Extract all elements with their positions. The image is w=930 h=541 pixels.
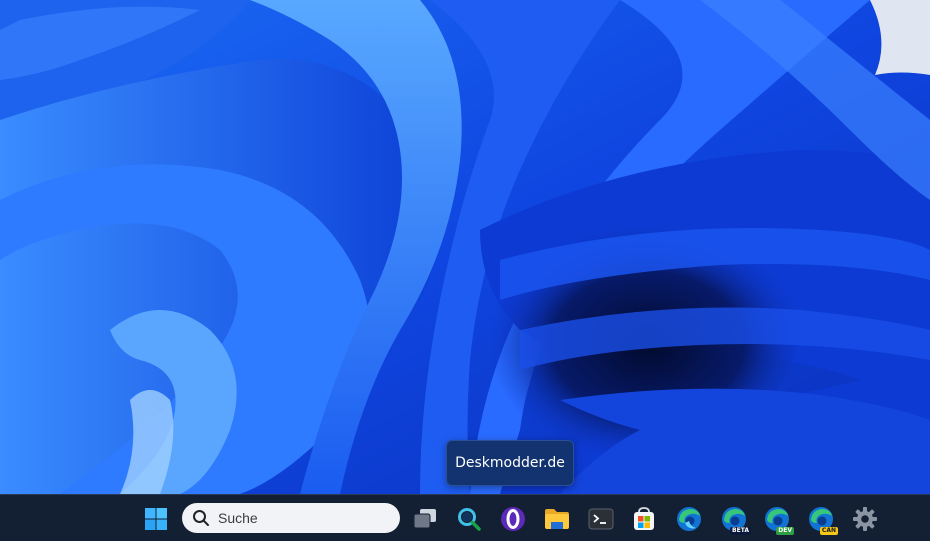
search-magnifier-icon bbox=[458, 508, 481, 531]
canary-badge: CAN bbox=[819, 527, 838, 535]
store-icon bbox=[634, 507, 654, 530]
desktop-wallpaper bbox=[0, 0, 930, 494]
task-view-icon bbox=[413, 509, 436, 529]
terminal-icon bbox=[588, 508, 614, 530]
start-button[interactable] bbox=[138, 501, 174, 537]
edge-beta-button[interactable]: BETA bbox=[716, 501, 752, 537]
settings-button[interactable] bbox=[847, 501, 883, 537]
taskbar-tooltip: Deskmodder.de bbox=[446, 440, 574, 486]
opera-icon bbox=[501, 507, 525, 531]
edge-dev-button[interactable]: DEV bbox=[759, 501, 795, 537]
search-app-button[interactable] bbox=[451, 501, 487, 537]
edge-icon bbox=[677, 507, 701, 531]
edge-canary-button[interactable]: CAN bbox=[803, 501, 839, 537]
search-placeholder: Suche bbox=[218, 510, 258, 526]
bloom-wallpaper bbox=[0, 0, 930, 494]
search-icon bbox=[193, 510, 209, 526]
store-button[interactable] bbox=[626, 501, 662, 537]
windows-logo-icon bbox=[145, 508, 167, 530]
gear-icon bbox=[853, 507, 877, 531]
beta-badge: BETA bbox=[730, 527, 751, 535]
edge-button[interactable] bbox=[671, 501, 707, 537]
dev-badge: DEV bbox=[776, 527, 794, 535]
folder-icon bbox=[545, 509, 569, 529]
file-explorer-button[interactable] bbox=[539, 501, 575, 537]
taskbar: Suche BETA DEV CAN bbox=[0, 494, 930, 541]
terminal-button[interactable] bbox=[583, 501, 619, 537]
taskbar-search-box[interactable]: Suche bbox=[182, 503, 400, 533]
task-view-button[interactable] bbox=[407, 501, 443, 537]
opera-button[interactable] bbox=[495, 501, 531, 537]
